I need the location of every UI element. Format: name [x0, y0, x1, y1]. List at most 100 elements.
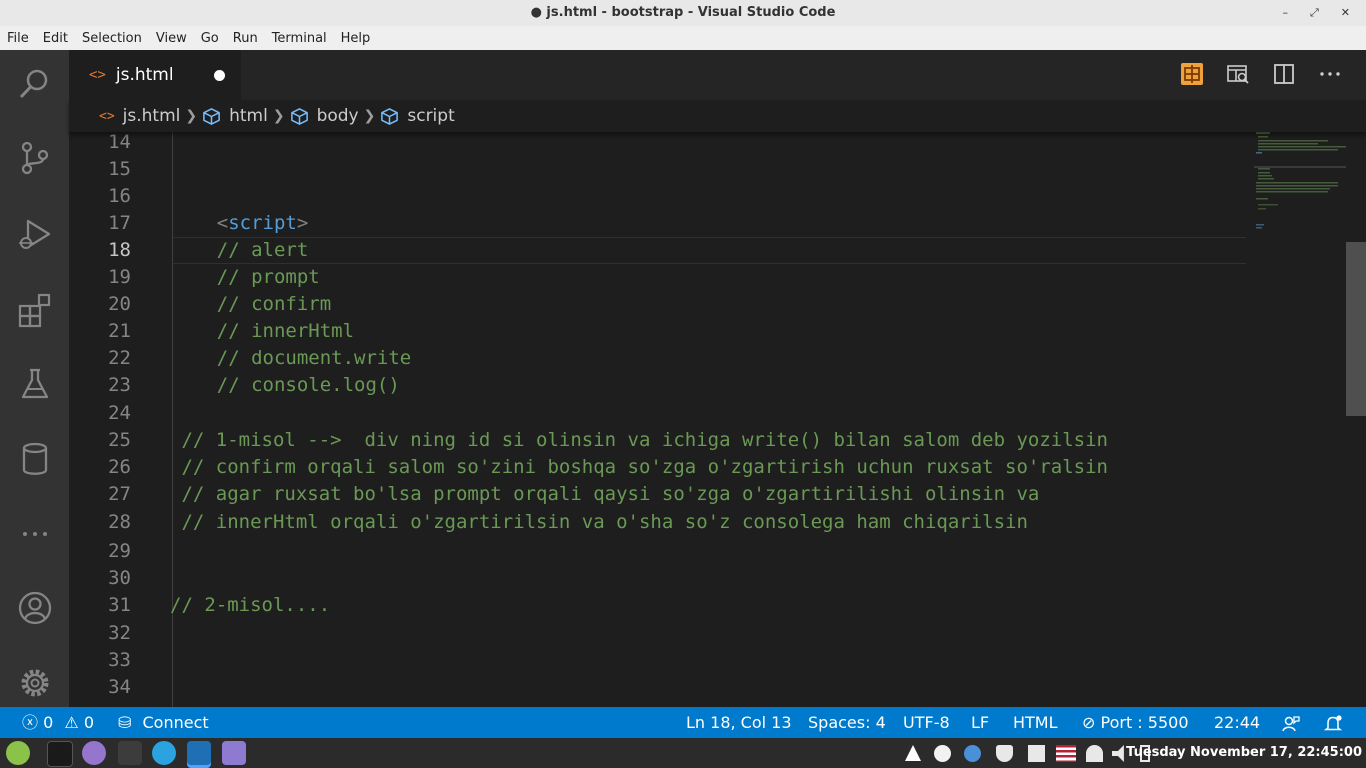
end-of-line[interactable]: LF: [971, 707, 989, 738]
code-line[interactable]: 30: [69, 565, 1249, 592]
code-line[interactable]: 33: [69, 647, 1249, 674]
window-titlebar: ● js.html - bootstrap - Visual Studio Co…: [0, 0, 1366, 26]
code-line[interactable]: 19 // prompt: [69, 264, 1249, 291]
code-line[interactable]: 28 // innerHtml orqali o'zgartirilsin va…: [69, 509, 1249, 536]
status-bar: ⓧ 0 ⚠ 0 ⛁ Connect Ln 18, Col 13 Spaces: …: [0, 707, 1366, 738]
menu-help[interactable]: Help: [334, 31, 378, 46]
code-editor[interactable]: 14 15 16 17 <script> 18 // alert 19 // p…: [69, 132, 1366, 707]
code-line[interactable]: 16: [69, 183, 1249, 210]
flask-icon: [21, 368, 48, 399]
extensions-activity[interactable]: [0, 286, 69, 334]
live-server-port[interactable]: ⊘ Port : 5500: [1082, 707, 1189, 738]
system-clock[interactable]: Tuesday November 17, 22:45:00: [1126, 738, 1362, 768]
warning-icon: ⚠: [64, 713, 79, 732]
mint-menu-icon[interactable]: [6, 741, 30, 765]
encoding[interactable]: UTF-8: [903, 707, 950, 738]
code-line[interactable]: 17 <script>: [69, 210, 1249, 237]
camera-app-icon[interactable]: [82, 741, 106, 765]
breadcrumb-item-file[interactable]: js.html: [123, 106, 181, 126]
code-line[interactable]: 20 // confirm: [69, 291, 1249, 318]
us-flag-icon[interactable]: [1056, 745, 1076, 762]
more-activity[interactable]: [0, 510, 69, 558]
problems-indicator[interactable]: ⓧ 0 ⚠ 0: [22, 707, 94, 738]
line-text: <script>: [171, 210, 309, 237]
minimap[interactable]: [1254, 132, 1346, 242]
language-mode[interactable]: HTML: [1013, 707, 1058, 738]
line-number: 26: [108, 456, 131, 478]
explorer-activity[interactable]: [0, 60, 69, 108]
clock-icon[interactable]: [934, 745, 951, 762]
unsaved-dot-icon[interactable]: [214, 70, 225, 81]
code-line[interactable]: 31 // 2-misol....: [69, 592, 1249, 619]
code-line[interactable]: 25 // 1-misol --> div ning id si olinsin…: [69, 427, 1249, 454]
cursor-position[interactable]: Ln 18, Col 13: [686, 707, 792, 738]
tag-bracket: >: [296, 212, 309, 234]
breadcrumb: <> js.html ❯ html ❯ body ❯ script: [69, 100, 1366, 132]
window-title: ● js.html - bootstrap - Visual Studio Co…: [530, 5, 836, 20]
feedback-icon[interactable]: [1282, 707, 1300, 738]
telegram-icon[interactable]: [152, 741, 176, 765]
error-count: 0: [43, 713, 54, 732]
line-text: // 1-misol --> div ning id si olinsin va…: [170, 429, 1108, 451]
breadcrumb-item-html[interactable]: html: [229, 106, 268, 126]
vscode-taskbar-icon[interactable]: [187, 741, 211, 765]
shield-icon[interactable]: [996, 745, 1013, 762]
wifi-icon[interactable]: [1086, 745, 1103, 762]
update-icon[interactable]: [1028, 745, 1045, 762]
notifications-icon[interactable]: [1323, 707, 1343, 738]
breadcrumb-item-script[interactable]: script: [407, 106, 454, 126]
code-line[interactable]: 21 // innerHtml: [69, 318, 1249, 345]
minimize-icon[interactable]: –: [1282, 0, 1288, 26]
source-control-activity[interactable]: [0, 134, 69, 182]
database-icon: ⛁: [118, 713, 132, 732]
run-debug-activity[interactable]: [0, 210, 69, 258]
tab-js-html[interactable]: <> js.html: [69, 50, 241, 100]
code-line[interactable]: 34: [69, 674, 1249, 701]
code-line[interactable]: 32: [69, 620, 1249, 647]
code-line[interactable]: 26 // confirm orqali salom so'zini boshq…: [69, 454, 1249, 481]
menu-go[interactable]: Go: [194, 31, 226, 46]
split-editor-button[interactable]: [1272, 62, 1296, 86]
code-line[interactable]: 14: [69, 132, 1249, 156]
more-actions-button[interactable]: [1318, 62, 1342, 86]
menu-terminal[interactable]: Terminal: [265, 31, 334, 46]
preview-button[interactable]: [1180, 62, 1204, 86]
line-number: 17: [108, 212, 131, 234]
breadcrumb-item-body[interactable]: body: [317, 106, 359, 126]
code-line[interactable]: 23 // console.log(): [69, 372, 1249, 399]
bluetooth-icon[interactable]: [964, 745, 981, 762]
status-time: 22:44: [1214, 713, 1261, 732]
line-text: // alert: [171, 239, 309, 261]
line-text: // confirm orqali salom so'zini boshqa s…: [170, 456, 1108, 478]
code-line[interactable]: 27 // agar ruxsat bo'lsa prompt orqali q…: [69, 481, 1249, 508]
send-icon[interactable]: [905, 745, 921, 761]
menu-selection[interactable]: Selection: [75, 31, 149, 46]
open-preview-button[interactable]: [1226, 62, 1250, 86]
chevron-right-icon: ❯: [272, 108, 285, 124]
blank-app-icon[interactable]: [118, 741, 142, 765]
database-activity[interactable]: [0, 435, 69, 483]
maximize-icon[interactable]: ⤢: [1310, 0, 1319, 26]
accounts-activity[interactable]: [0, 584, 69, 632]
code-line[interactable]: 18 // alert: [69, 237, 1249, 264]
code-line[interactable]: 29: [69, 538, 1249, 565]
open-preview-icon: [1227, 65, 1249, 84]
connect-button[interactable]: ⛁ Connect: [118, 707, 209, 738]
code-line[interactable]: 24: [69, 400, 1249, 427]
vertical-scrollbar[interactable]: [1346, 242, 1366, 416]
code-line[interactable]: 15: [69, 156, 1249, 183]
line-number: 15: [108, 158, 131, 180]
menu-run[interactable]: Run: [226, 31, 265, 46]
terminal-icon[interactable]: [47, 741, 73, 767]
menu-file[interactable]: File: [0, 31, 36, 46]
menu-edit[interactable]: Edit: [36, 31, 75, 46]
settings-activity[interactable]: [0, 659, 69, 707]
menu-view[interactable]: View: [149, 31, 194, 46]
code-line[interactable]: 22 // document.write: [69, 345, 1249, 372]
text-editor-icon[interactable]: [222, 741, 246, 765]
close-icon[interactable]: ✕: [1341, 0, 1350, 26]
indentation[interactable]: Spaces: 4: [808, 707, 886, 738]
line-text: // prompt: [171, 266, 320, 288]
testing-activity[interactable]: [0, 360, 69, 408]
